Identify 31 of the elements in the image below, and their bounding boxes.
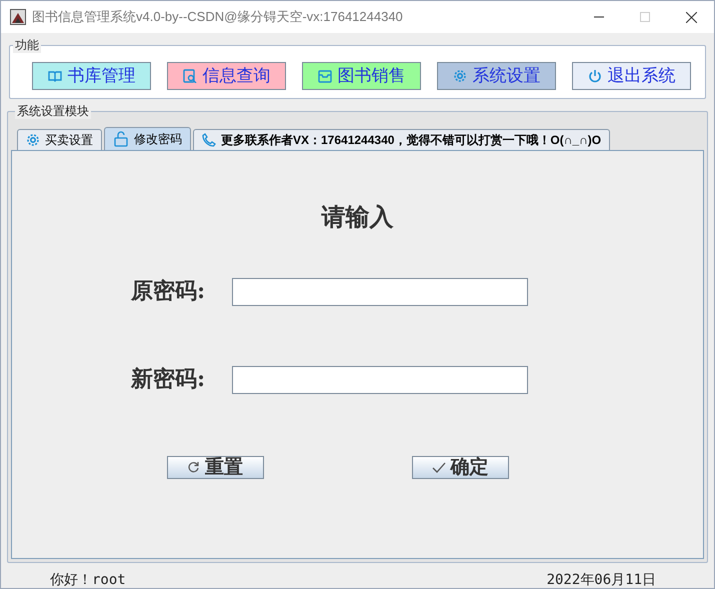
book-icon (48, 70, 62, 82)
tab[interactable]: 买卖设置 (17, 129, 102, 150)
date-text: 2022年06月11日 (546, 573, 656, 588)
tab[interactable]: 更多联系作者VX：17641244340，觉得不错可以打赏一下哦！O(∩_∩)O (193, 129, 610, 150)
phone-icon (202, 133, 216, 147)
field-label: 新密码: (131, 365, 206, 394)
nav-button[interactable]: 图书销售 (302, 62, 421, 90)
panel-title: 功能 (13, 37, 41, 53)
app-icon (10, 9, 26, 25)
input-field[interactable] (232, 366, 528, 394)
gear-icon (452, 69, 466, 83)
tray-icon (318, 70, 332, 82)
power-icon (588, 69, 602, 83)
form-heading: 请输入 (322, 201, 394, 233)
action-button[interactable]: 确定 (412, 456, 508, 479)
greeting-text: 你好！root (50, 573, 126, 588)
lock-icon (113, 131, 129, 147)
panel-title: 系统设置模块 (15, 103, 91, 119)
input-field[interactable] (232, 278, 528, 306)
nav-button[interactable]: 书库管理 (32, 62, 151, 90)
nav-button[interactable]: 系统设置 (437, 62, 556, 90)
window-title: 图书信息管理系统v4.0-by--CSDN@缘分锝天空-vx:17641244340 (32, 8, 404, 26)
tab[interactable]: 修改密码 (104, 127, 191, 150)
gear-icon (26, 133, 40, 147)
field-label: 原密码: (131, 277, 206, 306)
magnifier-document-icon (182, 69, 196, 83)
action-button[interactable]: 重置 (166, 456, 264, 479)
refresh-icon (187, 461, 200, 474)
check-icon (432, 462, 446, 473)
nav-button[interactable]: 信息查询 (167, 62, 286, 90)
nav-button[interactable]: 退出系统 (572, 62, 691, 90)
